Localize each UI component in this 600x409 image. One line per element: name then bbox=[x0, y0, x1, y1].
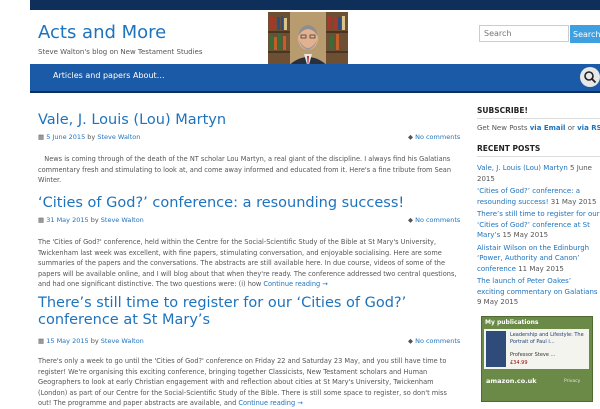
subscribe-or: or bbox=[567, 124, 575, 132]
post-date[interactable]: 31 May 2015 bbox=[46, 216, 88, 224]
post-comments-label: No comments bbox=[415, 337, 461, 345]
post-by: by bbox=[90, 216, 99, 224]
divider bbox=[477, 156, 600, 157]
recent-post-link[interactable]: The launch of Peter Oakes’ exciting comm… bbox=[477, 277, 598, 296]
main-navigation: Articles and papers About… bbox=[30, 64, 600, 93]
calendar-icon: ▦ bbox=[38, 337, 45, 345]
comment-icon: ◆ bbox=[408, 133, 413, 141]
recent-post-date: 11 May 2015 bbox=[518, 264, 564, 273]
recent-post-date: 31 May 2015 bbox=[550, 197, 597, 206]
subscribe-heading: SUBSCRIBE! bbox=[477, 106, 528, 115]
recent-posts-list: Vale, J. Louis (Lou) Martyn 5 June 2015 … bbox=[477, 163, 600, 310]
calendar-icon: ▦ bbox=[38, 133, 45, 141]
post-meta: ▦ 15 May 2015 by Steve Walton bbox=[38, 337, 144, 346]
post-date[interactable]: 5 June 2015 bbox=[46, 133, 85, 141]
post-author[interactable]: Steve Walton bbox=[101, 216, 144, 224]
nav-item-about[interactable]: About… bbox=[133, 71, 165, 80]
post-excerpt: There's only a week to go until the 'Cit… bbox=[38, 356, 462, 409]
book-title[interactable]: Leadership and Lifestyle: The Portrait o… bbox=[510, 332, 586, 345]
post-meta: ▦ 5 June 2015 by Steve Walton bbox=[38, 133, 140, 142]
recent-post-link[interactable]: Vale, J. Louis (Lou) Martyn bbox=[477, 164, 568, 172]
site-title[interactable]: Acts and More bbox=[38, 22, 166, 43]
book-cover-image bbox=[486, 331, 506, 367]
post-author[interactable]: Steve Walton bbox=[97, 133, 140, 141]
post-title[interactable]: ‘Cities of God?’ conference: a resoundin… bbox=[38, 195, 404, 212]
comment-icon: ◆ bbox=[408, 337, 413, 345]
book-author: Professor Steve ... bbox=[510, 352, 556, 358]
post-comments-label: No comments bbox=[415, 133, 461, 141]
calendar-icon: ▦ bbox=[38, 216, 45, 224]
site-description: Steve Walton's blog on New Testament Stu… bbox=[38, 48, 203, 56]
search-button[interactable]: Search bbox=[570, 25, 600, 43]
post-excerpt: The 'Cities of God?' conference, held wi… bbox=[38, 237, 462, 290]
post-date[interactable]: 15 May 2015 bbox=[46, 337, 88, 345]
list-item: Vale, J. Louis (Lou) Martyn 5 June 2015 bbox=[477, 163, 600, 184]
publications-widget: My publications Leadership and Lifestyle… bbox=[481, 316, 593, 402]
book-card[interactable]: Leadership and Lifestyle: The Portrait o… bbox=[484, 329, 589, 369]
list-item: ‘Cities of God?’ conference: a resoundin… bbox=[477, 186, 600, 207]
top-bar bbox=[30, 0, 600, 10]
book-price: £34.99 bbox=[510, 360, 528, 366]
search-form: Search bbox=[479, 25, 600, 44]
privacy-link[interactable]: Privacy bbox=[564, 379, 580, 384]
post-excerpt-text: The 'Cities of God?' conference, held wi… bbox=[38, 238, 457, 288]
amazon-logo[interactable]: amazon.co.uk bbox=[486, 377, 537, 385]
subscribe-text: Get New Posts via Email or via RSS bbox=[477, 124, 600, 132]
post-excerpt: News is coming through of the death of t… bbox=[38, 154, 462, 186]
post-by: by bbox=[90, 337, 99, 345]
post-comments-link[interactable]: ◆ No comments bbox=[408, 337, 460, 345]
continue-reading-link[interactable]: Continue reading → bbox=[238, 399, 302, 407]
recent-post-date: 15 May 2015 bbox=[502, 231, 549, 239]
nav-item-articles-and-papers[interactable]: Articles and papers bbox=[53, 71, 130, 80]
subscribe-rss-link[interactable]: via RSS bbox=[577, 124, 600, 132]
list-item: Alistair Wilson on the Edinburgh ‘Power,… bbox=[477, 243, 600, 275]
subscribe-label: Get New Posts bbox=[477, 124, 528, 132]
subscribe-email-link[interactable]: via Email bbox=[530, 124, 566, 132]
list-item: The launch of Peter Oakes’ exciting comm… bbox=[477, 276, 600, 308]
post-comments-link[interactable]: ◆ No comments bbox=[408, 216, 460, 224]
post-by: by bbox=[87, 133, 96, 141]
header-portrait-image bbox=[268, 12, 348, 68]
list-item: There’s still time to register for our ‘… bbox=[477, 209, 600, 241]
post-title[interactable]: Vale, J. Louis (Lou) Martyn bbox=[38, 112, 226, 129]
post-meta: ▦ 31 May 2015 by Steve Walton bbox=[38, 216, 144, 225]
post-comments-link[interactable]: ◆ No comments bbox=[408, 133, 460, 141]
search-input[interactable] bbox=[479, 25, 569, 42]
post-excerpt-text: News is coming through of the death of t… bbox=[38, 155, 452, 184]
post-comments-label: No comments bbox=[415, 216, 461, 224]
divider bbox=[477, 118, 600, 119]
comment-icon: ◆ bbox=[408, 216, 413, 224]
recent-post-date: 9 May 2015 bbox=[477, 298, 519, 306]
recent-posts-heading: RECENT POSTS bbox=[477, 144, 541, 153]
publications-heading: My publications bbox=[485, 319, 539, 326]
post-title[interactable]: There’s still time to register for our ‘… bbox=[38, 295, 468, 329]
search-icon[interactable] bbox=[580, 67, 600, 87]
continue-reading-link[interactable]: Continue reading → bbox=[263, 280, 327, 288]
post-author[interactable]: Steve Walton bbox=[101, 337, 144, 345]
